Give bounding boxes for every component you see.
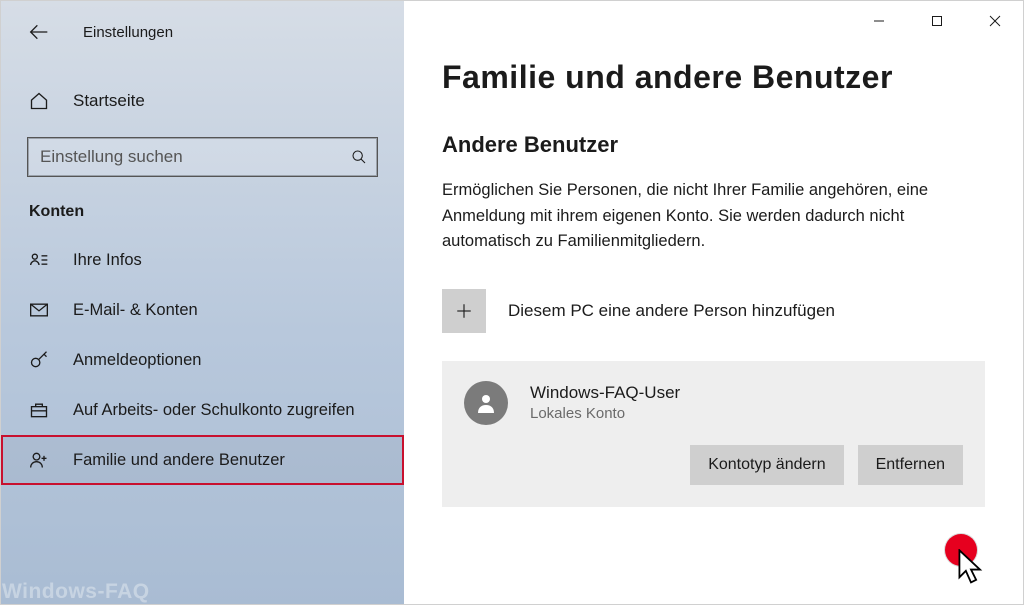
minimize-button[interactable]	[850, 0, 908, 42]
sidebar-item-label: Familie und andere Benutzer	[73, 451, 285, 470]
section-other-users-title: Andere Benutzer	[442, 132, 985, 158]
search-box[interactable]	[27, 137, 378, 177]
sidebar: Einstellungen Startseite Konten Ihre Inf…	[1, 1, 404, 604]
sidebar-item-family-users[interactable]: Familie und andere Benutzer	[1, 435, 404, 485]
add-person-row[interactable]: Diesem PC eine andere Person hinzufügen	[442, 289, 985, 333]
person-icon	[474, 391, 498, 415]
mail-icon	[29, 300, 49, 320]
sidebar-item-label: E-Mail- & Konten	[73, 301, 198, 320]
avatar	[464, 381, 508, 425]
section-other-users-description: Ermöglichen Sie Personen, die nicht Ihre…	[442, 178, 962, 255]
annotation-highlight-circle	[945, 534, 977, 566]
sidebar-section-label: Konten	[1, 177, 404, 235]
person-card-icon	[29, 250, 49, 270]
change-account-type-button[interactable]: Kontotyp ändern	[690, 445, 843, 485]
minimize-icon	[873, 15, 885, 27]
search-icon	[351, 149, 367, 165]
sidebar-header: Einstellungen	[1, 7, 404, 57]
sidebar-nav: Ihre Infos E-Mail- & Konten Anmeldeoptio…	[1, 235, 404, 485]
add-person-tile	[442, 289, 486, 333]
plus-icon	[455, 302, 473, 320]
settings-window: Einstellungen Startseite Konten Ihre Inf…	[0, 0, 1024, 605]
key-icon	[29, 350, 49, 370]
main-content: Familie und andere Benutzer Andere Benut…	[404, 1, 1023, 604]
sidebar-item-work-school[interactable]: Auf Arbeits- oder Schulkonto zugreifen	[1, 385, 404, 435]
watermark-text: Windows-FAQ	[2, 580, 150, 604]
user-card-actions: Kontotyp ändern Entfernen	[464, 445, 963, 485]
window-caption-buttons	[850, 0, 1024, 42]
close-icon	[989, 15, 1001, 27]
back-arrow-icon[interactable]	[29, 22, 49, 42]
sidebar-item-label: Auf Arbeits- oder Schulkonto zugreifen	[73, 401, 355, 420]
page-title: Familie und andere Benutzer	[442, 59, 985, 96]
user-account-type: Lokales Konto	[530, 405, 680, 422]
remove-account-button[interactable]: Entfernen	[858, 445, 963, 485]
maximize-icon	[931, 15, 943, 27]
people-icon	[29, 450, 49, 470]
sidebar-item-label: Ihre Infos	[73, 251, 142, 270]
maximize-button[interactable]	[908, 0, 966, 42]
close-button[interactable]	[966, 0, 1024, 42]
window-title: Einstellungen	[83, 24, 173, 41]
user-name: Windows-FAQ-User	[530, 383, 680, 403]
sidebar-item-label: Anmeldeoptionen	[73, 351, 201, 370]
sidebar-item-email-accounts[interactable]: E-Mail- & Konten	[1, 285, 404, 335]
sidebar-home[interactable]: Startseite	[1, 79, 404, 123]
add-person-label: Diesem PC eine andere Person hinzufügen	[508, 301, 835, 321]
sidebar-item-signin-options[interactable]: Anmeldeoptionen	[1, 335, 404, 385]
search-input[interactable]	[40, 147, 351, 167]
user-card-header: Windows-FAQ-User Lokales Konto	[464, 381, 963, 425]
briefcase-icon	[29, 400, 49, 420]
user-card[interactable]: Windows-FAQ-User Lokales Konto Kontotyp …	[442, 361, 985, 507]
home-icon	[29, 91, 49, 111]
sidebar-home-label: Startseite	[73, 91, 145, 111]
sidebar-item-your-info[interactable]: Ihre Infos	[1, 235, 404, 285]
